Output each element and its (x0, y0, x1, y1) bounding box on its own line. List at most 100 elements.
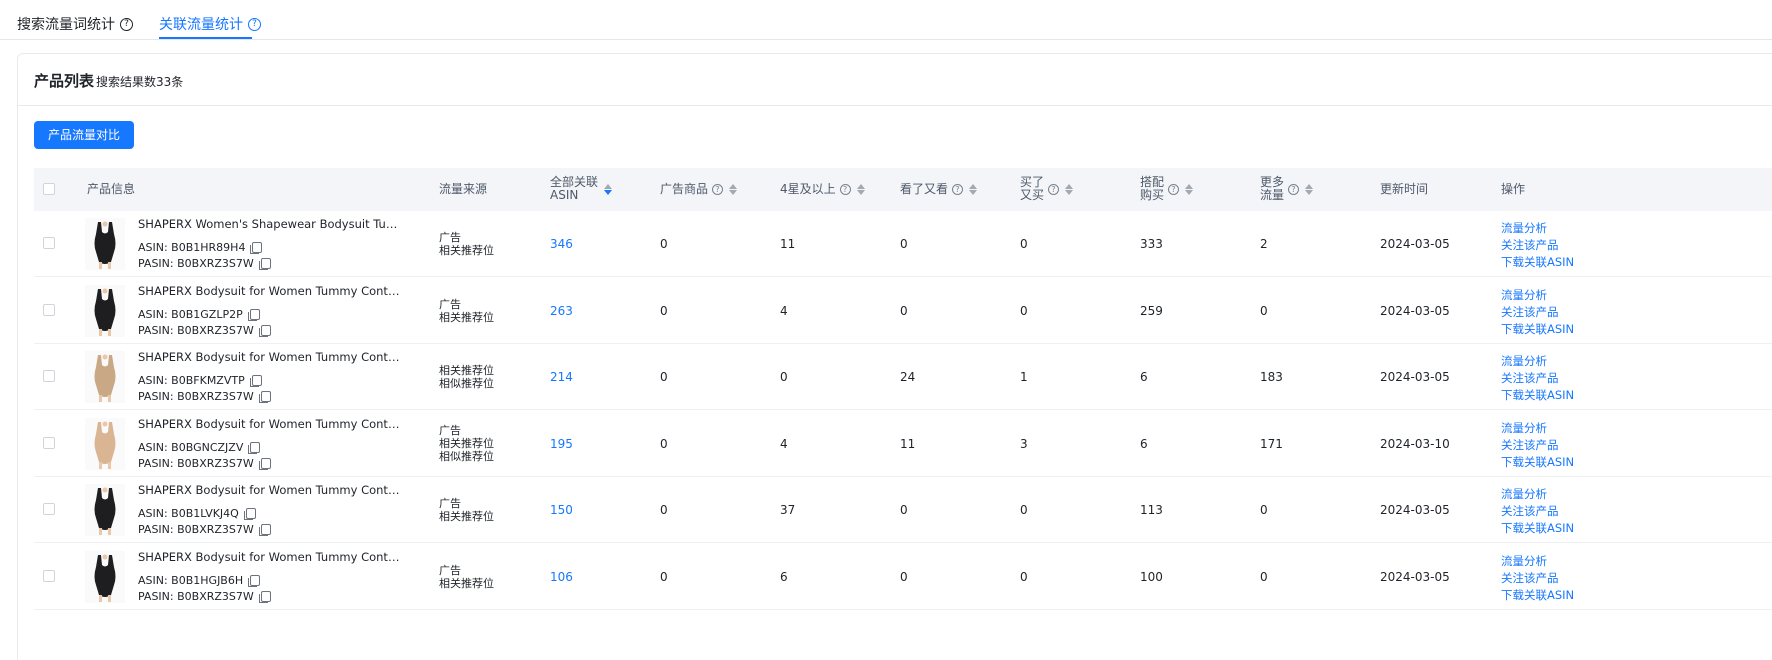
asin-value: ASIN: B0B1LVKJ4Q (138, 507, 239, 520)
sort-icon[interactable] (969, 184, 978, 195)
help-icon[interactable]: ? (952, 184, 964, 195)
row-actions: 流量分析 关注该产品 下载关联ASIN (1501, 486, 1574, 537)
select-all-checkbox[interactable] (43, 183, 55, 195)
row-checkbox[interactable] (43, 304, 55, 316)
product-title[interactable]: SHAPERX Bodysuit for Women Tummy Control… (138, 483, 402, 497)
copy-icon[interactable] (258, 458, 271, 470)
tab-related-traffic[interactable]: 关联流量统计 ? (159, 14, 261, 34)
col-all-asin-line2: ASIN (550, 188, 579, 202)
help-icon[interactable]: ? (839, 184, 851, 195)
product-thumbnail[interactable] (85, 484, 125, 536)
download-asin-link[interactable]: 下载关联ASIN (1501, 387, 1574, 404)
all-asin-count[interactable]: 214 (550, 370, 573, 384)
viewed-count: 0 (900, 503, 908, 517)
product-thumbnail[interactable] (85, 418, 125, 470)
traffic-analysis-link[interactable]: 流量分析 (1501, 353, 1574, 370)
tab-bar: 搜索流量词统计 ? 关联流量统计 ? (0, 0, 1772, 40)
col-all-asin[interactable]: 全部关联 ASIN (550, 176, 613, 202)
sort-icon[interactable] (604, 183, 613, 195)
follow-product-link[interactable]: 关注该产品 (1501, 370, 1574, 387)
col-four-star[interactable]: 4星及以上? (780, 183, 865, 196)
help-icon[interactable]: ? (1048, 183, 1060, 195)
follow-product-link[interactable]: 关注该产品 (1501, 304, 1574, 321)
tab-label: 关联流量统计 (159, 17, 243, 33)
row-actions: 流量分析 关注该产品 下载关联ASIN (1501, 353, 1574, 404)
download-asin-link[interactable]: 下载关联ASIN (1501, 587, 1574, 604)
help-icon[interactable]: ? (1288, 183, 1300, 195)
help-icon[interactable]: ? (248, 17, 261, 31)
col-viewed-also[interactable]: 看了又看? (900, 183, 978, 196)
row-checkbox[interactable] (43, 503, 55, 515)
all-asin-count[interactable]: 346 (550, 237, 573, 251)
all-asin-count[interactable]: 195 (550, 437, 573, 451)
traffic-analysis-link[interactable]: 流量分析 (1501, 287, 1574, 304)
row-checkbox[interactable] (43, 370, 55, 382)
traffic-analysis-link[interactable]: 流量分析 (1501, 553, 1574, 570)
sort-icon[interactable] (1065, 183, 1074, 195)
sort-icon[interactable] (1305, 183, 1314, 195)
copy-icon[interactable] (243, 508, 256, 520)
row-checkbox[interactable] (43, 437, 55, 449)
product-thumbnail[interactable] (85, 351, 125, 403)
asin-line: ASIN: B0B1HGJB6H (138, 574, 261, 587)
sort-icon[interactable] (1185, 183, 1194, 195)
four-star-count: 4 (780, 304, 788, 318)
all-asin-count[interactable]: 263 (550, 304, 573, 318)
product-title[interactable]: SHAPERX Women's Shapewear Bodysuit Tummy… (138, 217, 402, 231)
help-icon[interactable]: ? (120, 17, 133, 31)
copy-icon[interactable] (247, 309, 260, 321)
sort-icon[interactable] (856, 184, 865, 195)
row-checkbox[interactable] (43, 570, 55, 582)
product-title[interactable]: SHAPERX Bodysuit for Women Tummy Control… (138, 550, 402, 564)
col-ad-products[interactable]: 广告商品? (660, 183, 738, 196)
all-asin-count[interactable]: 150 (550, 503, 573, 517)
copy-icon[interactable] (258, 524, 271, 536)
download-asin-link[interactable]: 下载关联ASIN (1501, 254, 1574, 271)
tab-search-keywords[interactable]: 搜索流量词统计 ? (17, 14, 133, 34)
bought-count: 0 (1020, 237, 1028, 251)
follow-product-link[interactable]: 关注该产品 (1501, 237, 1574, 254)
help-icon[interactable]: ? (1168, 183, 1180, 195)
follow-product-link[interactable]: 关注该产品 (1501, 437, 1574, 454)
copy-icon[interactable] (248, 442, 261, 454)
compare-traffic-button[interactable]: 产品流量对比 (34, 121, 134, 149)
help-icon[interactable]: ? (712, 184, 724, 195)
sort-icon[interactable] (729, 184, 738, 195)
viewed-count: 0 (900, 304, 908, 318)
copy-icon[interactable] (249, 375, 262, 387)
product-thumbnail[interactable] (85, 285, 125, 337)
product-thumbnail[interactable] (85, 218, 125, 270)
col-bought-also[interactable]: 买了 又买 ? (1020, 176, 1074, 202)
traffic-analysis-link[interactable]: 流量分析 (1501, 420, 1574, 437)
traffic-analysis-link[interactable]: 流量分析 (1501, 486, 1574, 503)
table-row: SHAPERX Bodysuit for Women Tummy Control… (34, 344, 1772, 410)
product-title[interactable]: SHAPERX Bodysuit for Women Tummy Control… (138, 284, 402, 298)
source-item: 广告 (439, 497, 461, 510)
download-asin-link[interactable]: 下载关联ASIN (1501, 321, 1574, 338)
bought-count: 0 (1020, 304, 1028, 318)
col-more-traffic[interactable]: 更多 流量 ? (1260, 176, 1314, 202)
copy-icon[interactable] (258, 391, 271, 403)
download-asin-link[interactable]: 下载关联ASIN (1501, 454, 1574, 471)
copy-icon[interactable] (250, 242, 263, 254)
copy-icon[interactable] (248, 575, 261, 587)
copy-icon[interactable] (258, 325, 271, 337)
traffic-analysis-link[interactable]: 流量分析 (1501, 220, 1574, 237)
product-title[interactable]: SHAPERX Bodysuit for Women Tummy Control… (138, 417, 402, 431)
row-checkbox[interactable] (43, 237, 55, 249)
four-star-count: 0 (780, 370, 788, 384)
updated-date: 2024-03-05 (1380, 370, 1450, 384)
updated-date: 2024-03-05 (1380, 503, 1450, 517)
copy-icon[interactable] (258, 258, 271, 270)
follow-product-link[interactable]: 关注该产品 (1501, 503, 1574, 520)
all-asin-count[interactable]: 106 (550, 570, 573, 584)
asin-line: ASIN: B0BGNCZJZV (138, 441, 261, 454)
row-actions: 流量分析 关注该产品 下载关联ASIN (1501, 287, 1574, 338)
product-thumbnail[interactable] (85, 551, 125, 603)
col-bundle-buy[interactable]: 搭配 购买 ? (1140, 176, 1194, 202)
follow-product-link[interactable]: 关注该产品 (1501, 570, 1574, 587)
source-item: 相似推荐位 (439, 450, 494, 463)
download-asin-link[interactable]: 下载关联ASIN (1501, 520, 1574, 537)
product-title[interactable]: SHAPERX Bodysuit for Women Tummy Control… (138, 350, 402, 364)
copy-icon[interactable] (258, 591, 271, 603)
